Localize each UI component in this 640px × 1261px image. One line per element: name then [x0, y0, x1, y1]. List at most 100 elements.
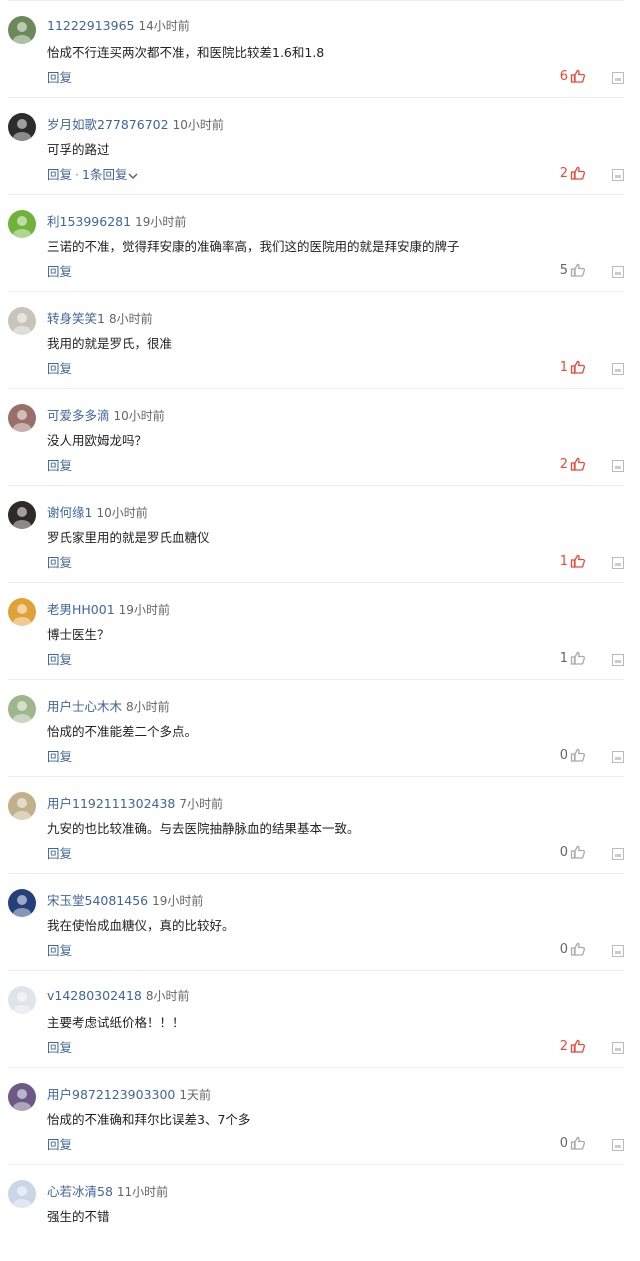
- username-link[interactable]: 用户9872123903300: [47, 1087, 175, 1102]
- comment-item: 用户9872123903300 1天前 怡成的不准确和拜尔比误差3、7个多 回复 …: [8, 1068, 624, 1165]
- more-options-icon[interactable]: [612, 942, 624, 957]
- avatar[interactable]: [8, 404, 36, 432]
- like-button[interactable]: 0: [560, 940, 586, 958]
- avatar[interactable]: [8, 501, 36, 529]
- comment-item: 可爱多多滴 10小时前 没人用欧姆龙吗？ 回复 2: [8, 389, 624, 486]
- comment-text: 三诺的不准，觉得拜安康的准确率高，我们这的医院用的就是拜安康的牌子: [47, 239, 460, 254]
- avatar[interactable]: [8, 16, 36, 44]
- avatar[interactable]: [8, 1180, 36, 1208]
- avatar[interactable]: [8, 695, 36, 723]
- thumbs-up-icon: [570, 456, 586, 472]
- like-button[interactable]: 0: [560, 746, 586, 764]
- like-button[interactable]: 0: [560, 1134, 586, 1152]
- comment-item: 谢何缘1 10小时前 罗氏家里用的就是罗氏血糖仪 回复 1: [8, 486, 624, 583]
- comment-text: 我用的就是罗氏，很准: [47, 336, 173, 351]
- like-button[interactable]: 5: [560, 261, 586, 279]
- thumbs-up-icon: [570, 359, 586, 375]
- comment-text: 罗氏家里用的就是罗氏血糖仪: [47, 530, 210, 545]
- comment-time: 8小时前: [145, 989, 190, 1003]
- like-count: 6: [559, 68, 568, 84]
- expand-replies-button[interactable]: 1条回复: [82, 167, 138, 182]
- username-link[interactable]: 11222913965: [47, 18, 134, 33]
- reply-button[interactable]: 回复: [47, 749, 72, 764]
- like-button[interactable]: 0: [560, 843, 586, 861]
- comment-text: 博士医生？: [47, 627, 110, 642]
- like-count: 5: [559, 262, 568, 278]
- avatar[interactable]: [8, 210, 36, 238]
- more-options-icon[interactable]: [612, 554, 624, 569]
- reply-button[interactable]: 回复: [47, 264, 72, 279]
- reply-button[interactable]: 回复: [47, 1137, 72, 1152]
- comment-text: 怡成的不准确和拜尔比误差3、7个多: [47, 1112, 251, 1127]
- username-link[interactable]: 宋玉堂54081456: [47, 893, 148, 908]
- reply-button[interactable]: 回复: [47, 458, 72, 473]
- reply-button[interactable]: 回复: [47, 846, 72, 861]
- avatar[interactable]: [8, 792, 36, 820]
- like-count: 1: [559, 553, 568, 569]
- like-button[interactable]: 2: [560, 164, 586, 182]
- more-options-icon[interactable]: [612, 1039, 624, 1054]
- avatar[interactable]: [8, 113, 36, 141]
- like-button[interactable]: 2: [560, 1037, 586, 1055]
- comment-time: 7小时前: [179, 797, 224, 811]
- comment-time: 10小时前: [172, 118, 224, 132]
- like-count: 2: [559, 165, 568, 181]
- comment-time: 1天前: [179, 1088, 212, 1102]
- reply-button[interactable]: 回复: [47, 70, 72, 85]
- username-link[interactable]: 老男HH001: [47, 602, 115, 617]
- comment-text: 怡成不行连买两次都不准，和医院比较差1.6和1.8: [47, 45, 325, 60]
- reply-button[interactable]: 回复: [47, 361, 72, 376]
- like-count: 0: [559, 844, 568, 860]
- comment-item: 用户1192111302438 7小时前 九安的也比较准确。与去医院抽静脉血的结果…: [8, 777, 624, 874]
- more-options-icon[interactable]: [612, 1136, 624, 1151]
- username-link[interactable]: 可爱多多滴: [47, 408, 110, 423]
- like-button[interactable]: 2: [560, 455, 586, 473]
- like-count: 2: [559, 456, 568, 472]
- thumbs-up-icon: [570, 844, 586, 860]
- like-button[interactable]: 1: [560, 552, 586, 570]
- avatar[interactable]: [8, 986, 36, 1014]
- more-options-icon[interactable]: [612, 166, 624, 181]
- comment-text: 九安的也比较准确。与去医院抽静脉血的结果基本一致。: [47, 821, 360, 836]
- reply-button[interactable]: 回复: [47, 167, 72, 182]
- comment-text: 没人用欧姆龙吗？: [47, 433, 148, 448]
- more-options-icon[interactable]: [612, 263, 624, 278]
- comment-item: 宋玉堂54081456 19小时前 我在使怡成血糖仪，真的比较好。 回复 0: [8, 874, 624, 971]
- avatar[interactable]: [8, 1083, 36, 1111]
- username-link[interactable]: 用户士心木木: [47, 699, 122, 714]
- comment-item: 11222913965 14小时前 怡成不行连买两次都不准，和医院比较差1.6和1…: [8, 1, 624, 98]
- more-options-icon[interactable]: [612, 748, 624, 763]
- like-button[interactable]: 1: [560, 649, 586, 667]
- comment-time: 19小时前: [118, 603, 170, 617]
- avatar[interactable]: [8, 889, 36, 917]
- comment-time: 8小时前: [126, 700, 170, 714]
- like-count: 1: [559, 650, 568, 666]
- username-link[interactable]: 利153996281: [47, 214, 131, 229]
- reply-button[interactable]: 回复: [47, 555, 72, 570]
- comment-time: 19小时前: [135, 215, 187, 229]
- more-options-icon[interactable]: [612, 69, 624, 84]
- like-button[interactable]: 1: [560, 358, 586, 376]
- more-options-icon[interactable]: [612, 457, 624, 472]
- username-link[interactable]: 心若冰清58: [47, 1184, 113, 1199]
- username-link[interactable]: 转身笑笑1: [47, 311, 105, 326]
- username-link[interactable]: 用户1192111302438: [47, 796, 175, 811]
- like-button[interactable]: 6: [560, 67, 586, 85]
- comment-item: 老男HH001 19小时前 博士医生？ 回复 1: [8, 583, 624, 680]
- comment-time: 10小时前: [113, 409, 165, 423]
- comment-item: 心若冰清58 11小时前 强生的不错: [8, 1165, 624, 1261]
- username-link[interactable]: v14280302418: [47, 988, 142, 1003]
- username-link[interactable]: 岁月如歌277876702: [47, 117, 169, 132]
- more-options-icon[interactable]: [612, 360, 624, 375]
- comment-text: 怡成的不准能差二个多点。: [47, 724, 198, 739]
- comment-item: v14280302418 8小时前 主要考虑试纸价格！！！ 回复 2: [8, 971, 624, 1068]
- username-link[interactable]: 谢何缘1: [47, 505, 92, 520]
- more-options-icon[interactable]: [612, 845, 624, 860]
- avatar[interactable]: [8, 307, 36, 335]
- more-options-icon[interactable]: [612, 651, 624, 666]
- thumbs-up-icon: [570, 68, 586, 84]
- reply-button[interactable]: 回复: [47, 1040, 72, 1055]
- reply-button[interactable]: 回复: [47, 943, 72, 958]
- avatar[interactable]: [8, 598, 36, 626]
- reply-button[interactable]: 回复: [47, 652, 72, 667]
